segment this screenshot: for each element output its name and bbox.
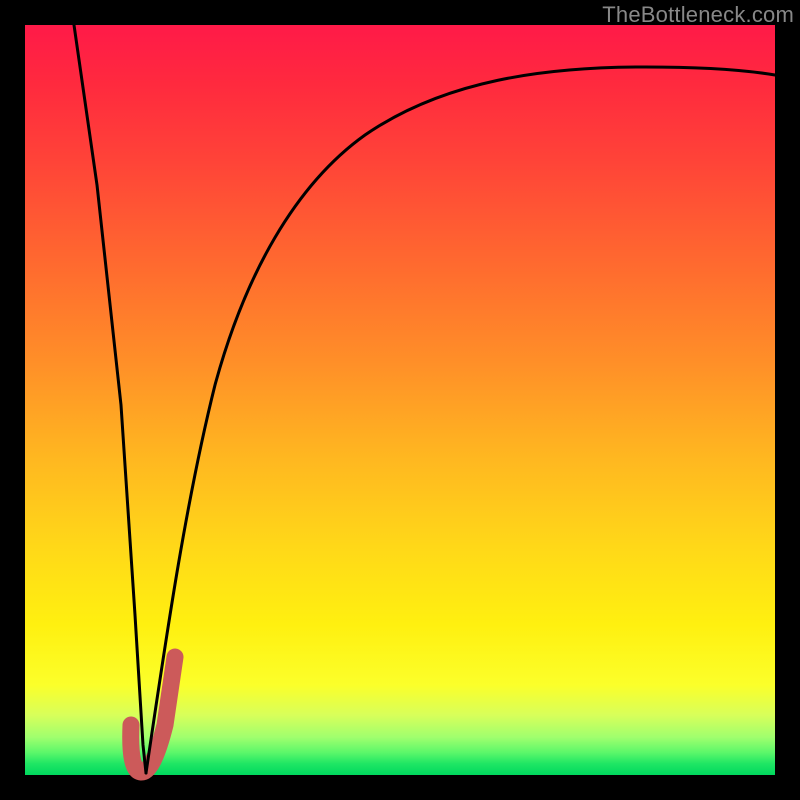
plot-area: [25, 25, 775, 775]
curve-right-branch: [146, 67, 775, 773]
chart-frame: TheBottleneck.com: [0, 0, 800, 800]
curve-layer: [25, 25, 775, 775]
curve-left-branch: [74, 25, 146, 773]
